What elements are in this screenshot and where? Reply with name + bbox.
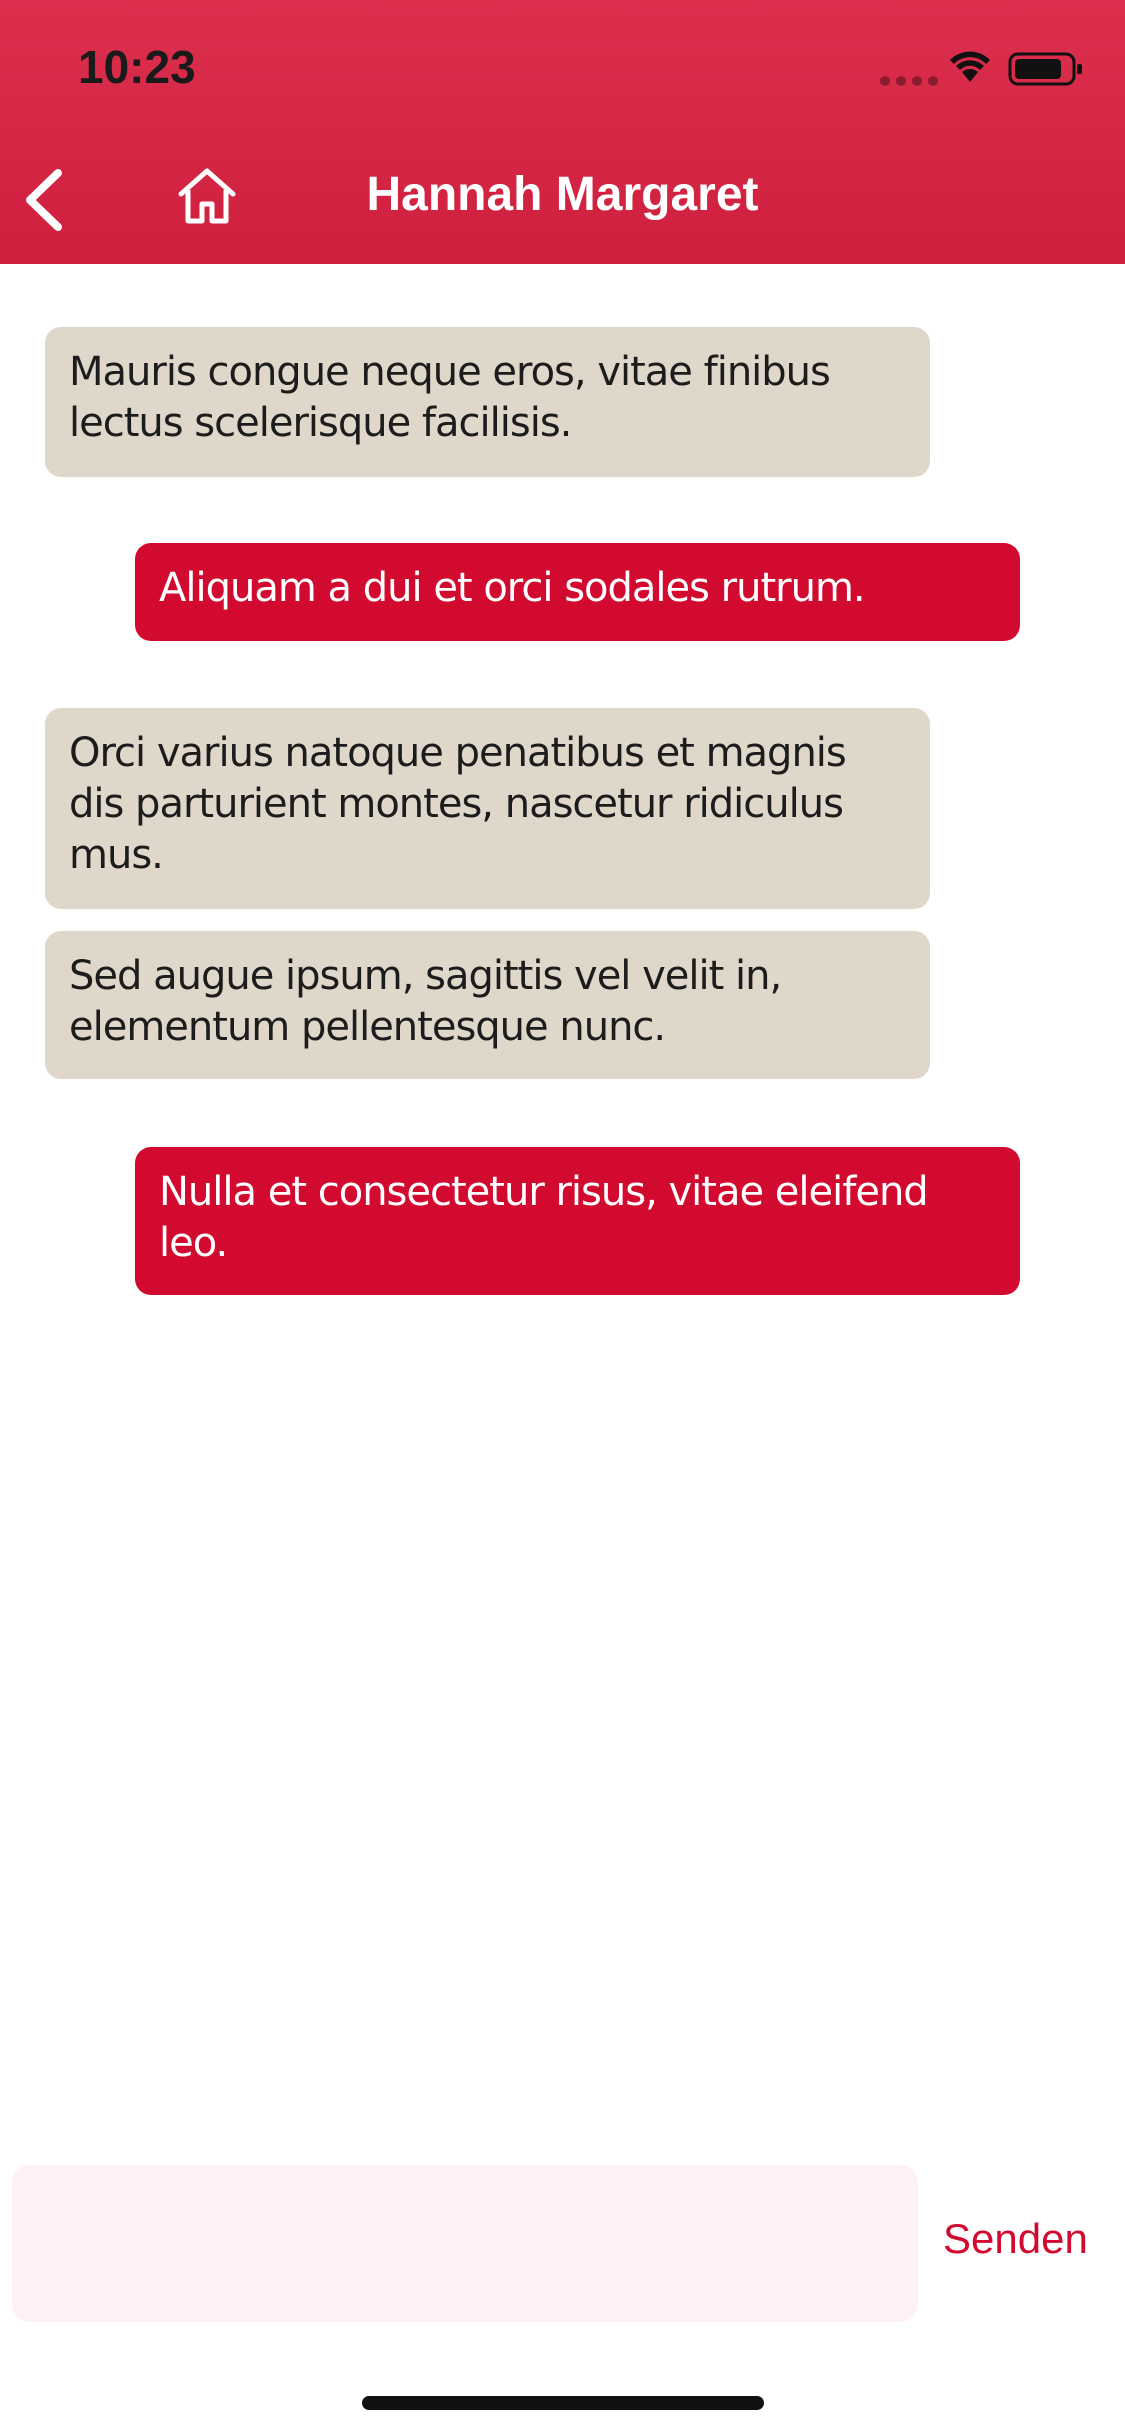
send-button[interactable]: Senden	[943, 2215, 1088, 2263]
home-indicator	[362, 2396, 764, 2410]
page-title: Hannah Margaret	[366, 168, 759, 221]
message-text: Sed augue ipsum, sagittis vel velit in, …	[69, 953, 782, 1050]
app-header: 10:23 Hannah Margaret	[0, 0, 1125, 264]
cellular-signal-icon	[880, 76, 938, 86]
message-outgoing: Aliquam a dui et orci sodales rutrum.	[135, 543, 1020, 641]
message-outgoing: Nulla et consectetur risus, vitae eleife…	[135, 1147, 1020, 1295]
message-text: Nulla et consectetur risus, vitae eleife…	[159, 1169, 929, 1266]
message-text: Orci varius natoque penatibus et magnis …	[69, 730, 847, 878]
status-time: 10:23	[78, 41, 196, 93]
message-incoming: Mauris congue neque eros, vitae finibus …	[45, 327, 930, 477]
wifi-icon	[950, 51, 990, 82]
message-text: Aliquam a dui et orci sodales rutrum.	[159, 565, 866, 611]
message-incoming: Orci varius natoque penatibus et magnis …	[45, 708, 930, 909]
message-text: Mauris congue neque eros, vitae finibus …	[69, 349, 831, 446]
message-incoming: Sed augue ipsum, sagittis vel velit in, …	[45, 931, 930, 1079]
battery-icon	[1008, 52, 1082, 86]
message-input[interactable]	[12, 2165, 918, 2322]
